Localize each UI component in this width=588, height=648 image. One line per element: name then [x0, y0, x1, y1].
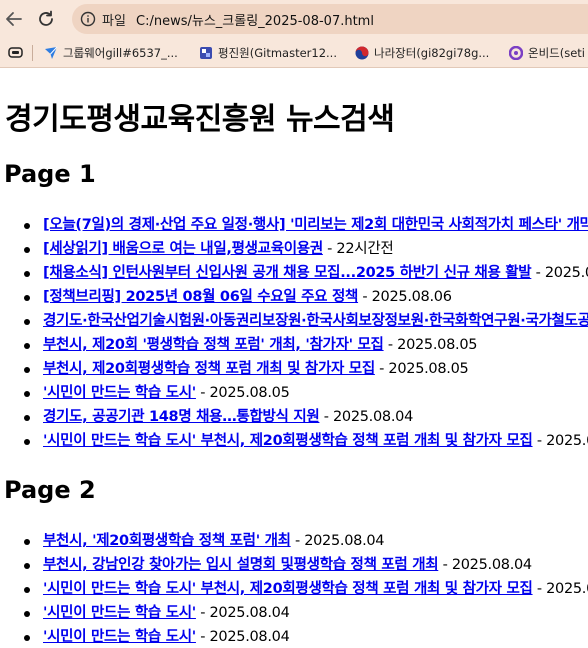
- news-title-link[interactable]: 부천시, '제20회평생학습 정책 포럼' 개최: [43, 533, 291, 549]
- news-item: 부천시, 강남인강 찾아가는 입시 설명회 및평생학습 정책 포럼 개최 - 2…: [0, 553, 588, 577]
- address-bar-row: 파일 C:/news/뉴스_크롤링_2025-08-07.html: [0, 0, 588, 38]
- bookmarks-divider: [32, 45, 33, 61]
- bookmark-label: 그룹웨어gill#6537_...: [63, 45, 178, 60]
- bookmark-label: 나라장터(gi82gi78g...: [374, 45, 490, 60]
- news-date: - 2025.08.04: [195, 629, 290, 645]
- news-item: '시민이 만드는 학습 도시' - 2025.08.04: [0, 601, 588, 625]
- back-button[interactable]: [2, 7, 26, 31]
- news-item: 경기도·한국산업기술시험원·아동권리보장원·한국사회보장정보원·한국화학연구원·…: [0, 309, 588, 333]
- section-heading-page-2: Page 2: [4, 476, 96, 504]
- news-item: '시민이 만드는 학습 도시' - 2025.08.05: [0, 381, 588, 405]
- news-item: [세상읽기] 배움으로 여는 내일,평생교육이용권 - 22시간전: [0, 237, 588, 261]
- url-text[interactable]: C:/news/뉴스_크롤링_2025-08-07.html: [136, 10, 374, 29]
- news-title-link[interactable]: 경기도·한국산업기술시험원·아동권리보장원·한국사회보장정보원·한국화학연구원·…: [43, 313, 588, 329]
- bookmark-naraejangteo[interactable]: 나라장터(gi82gi78g...: [355, 43, 489, 62]
- bookmark-pyeongjinwon[interactable]: 평진원(Gitmaster12...: [199, 43, 337, 62]
- reload-button[interactable]: [34, 7, 58, 31]
- bookmark-onbid[interactable]: 온비드(seti: [509, 43, 585, 62]
- news-date: - 2025.08.04: [536, 433, 588, 449]
- news-title-link[interactable]: [세상읽기] 배움으로 여는 내일,평생교육이용권: [43, 241, 323, 257]
- news-date: - 2025.08.04: [319, 409, 414, 425]
- news-title-link[interactable]: '시민이 만드는 학습 도시' 부천시, 제20회평생학습 정책 포럼 개최 및…: [43, 581, 533, 597]
- bookmark-groupware[interactable]: 그룹웨어gill#6537_...: [44, 43, 178, 62]
- info-icon[interactable]: [80, 11, 96, 27]
- news-list-page-2: 부천시, '제20회평생학습 정책 포럼' 개최 - 2025.08.04 부천시…: [0, 529, 588, 648]
- news-date: - 2025.08.05: [195, 385, 290, 401]
- news-item: [채용소식] 인턴사원부터 신입사원 공개 채용 모집...2025 하반기 신…: [0, 261, 588, 285]
- news-date: - 2025.08.04: [536, 581, 588, 597]
- bookmark-label: 온비드(seti: [528, 45, 585, 60]
- news-item: '시민이 만드는 학습 도시' - 2025.08.04: [0, 625, 588, 648]
- news-title-link[interactable]: [오늘(7일)의 경제·산업 주요 일정·행사] '미리보는 제2회 대한민국 …: [43, 217, 588, 233]
- news-title-link[interactable]: 경기도, 공공기관 148명 채용…통합방식 지원: [43, 409, 320, 425]
- bookmark-label: 평진원(Gitmaster12...: [218, 45, 337, 60]
- news-date: - 2025.08.04: [438, 557, 533, 573]
- tab-search-icon[interactable]: [8, 45, 23, 60]
- news-item: [정책브리핑] 2025년 08월 06일 수요일 주요 정책 - 2025.0…: [0, 285, 588, 309]
- news-title-link[interactable]: '시민이 만드는 학습 도시' 부천시, 제20회평생학습 정책 포럼 개최 및…: [43, 433, 533, 449]
- news-item: [오늘(7일)의 경제·산업 주요 일정·행사] '미리보는 제2회 대한민국 …: [0, 213, 588, 237]
- news-title-link[interactable]: 부천시, 강남인강 찾아가는 입시 설명회 및평생학습 정책 포럼 개최: [43, 557, 439, 573]
- back-arrow-icon: [6, 12, 22, 26]
- reload-icon: [39, 10, 53, 26]
- news-title-link[interactable]: 부천시, 제20회 '평생학습 정책 포럼' 개최, '참가자' 모집: [43, 337, 384, 353]
- page-content: 경기도평생교육진흥원 뉴스검색 Page 1 [오늘(7일)의 경제·산업 주요…: [0, 68, 588, 648]
- news-date: - 22시간전: [322, 241, 394, 257]
- bookmarks-bar: 그룹웨어gill#6537_... 평진원(Gitmaster12... 나라장…: [0, 38, 588, 68]
- news-date: - 2025.08.06: [535, 265, 588, 281]
- news-item: 경기도, 공공기관 148명 채용…통합방식 지원 - 2025.08.04: [0, 405, 588, 429]
- news-item: 부천시, 제20회 '평생학습 정책 포럼' 개최, '참가자' 모집 - 20…: [0, 333, 588, 357]
- news-date: - 2025.08.04: [195, 605, 290, 621]
- news-date: - 2025.08.06: [358, 289, 452, 305]
- news-title-link[interactable]: 부천시, 제20회평생학습 정책 포럼 개최 및 참가자 모집: [43, 361, 375, 377]
- news-item: '시민이 만드는 학습 도시' 부천시, 제20회평생학습 정책 포럼 개최 및…: [0, 577, 588, 601]
- news-title-link[interactable]: '시민이 만드는 학습 도시': [43, 629, 196, 645]
- news-date: - 2025.08.05: [383, 337, 478, 353]
- news-item: 부천시, '제20회평생학습 정책 포럼' 개최 - 2025.08.04: [0, 529, 588, 553]
- news-item: '시민이 만드는 학습 도시' 부천시, 제20회평생학습 정책 포럼 개최 및…: [0, 429, 588, 453]
- file-scheme-label: 파일: [102, 14, 126, 29]
- news-title-link[interactable]: [채용소식] 인턴사원부터 신입사원 공개 채용 모집...2025 하반기 신…: [43, 265, 532, 281]
- page-title: 경기도평생교육진흥원 뉴스검색: [5, 102, 395, 137]
- news-title-link[interactable]: '시민이 만드는 학습 도시': [43, 605, 196, 621]
- news-title-link[interactable]: '시민이 만드는 학습 도시': [43, 385, 196, 401]
- groupware-icon: [45, 46, 58, 59]
- org-icon: [200, 46, 212, 59]
- url-bar[interactable]: 파일 C:/news/뉴스_크롤링_2025-08-07.html: [72, 4, 588, 34]
- news-list-page-1: [오늘(7일)의 경제·산업 주요 일정·행사] '미리보는 제2회 대한민국 …: [0, 213, 588, 453]
- korea-taegeuk-icon: [355, 46, 369, 59]
- news-title-link[interactable]: [정책브리핑] 2025년 08월 06일 수요일 주요 정책: [43, 289, 358, 305]
- news-item: 부천시, 제20회평생학습 정책 포럼 개최 및 참가자 모집 - 2025.0…: [0, 357, 588, 381]
- news-date: - 2025.08.04: [290, 533, 385, 549]
- section-heading-page-1: Page 1: [4, 160, 96, 188]
- onbid-icon: [509, 45, 523, 60]
- news-date: - 2025.08.05: [374, 361, 469, 377]
